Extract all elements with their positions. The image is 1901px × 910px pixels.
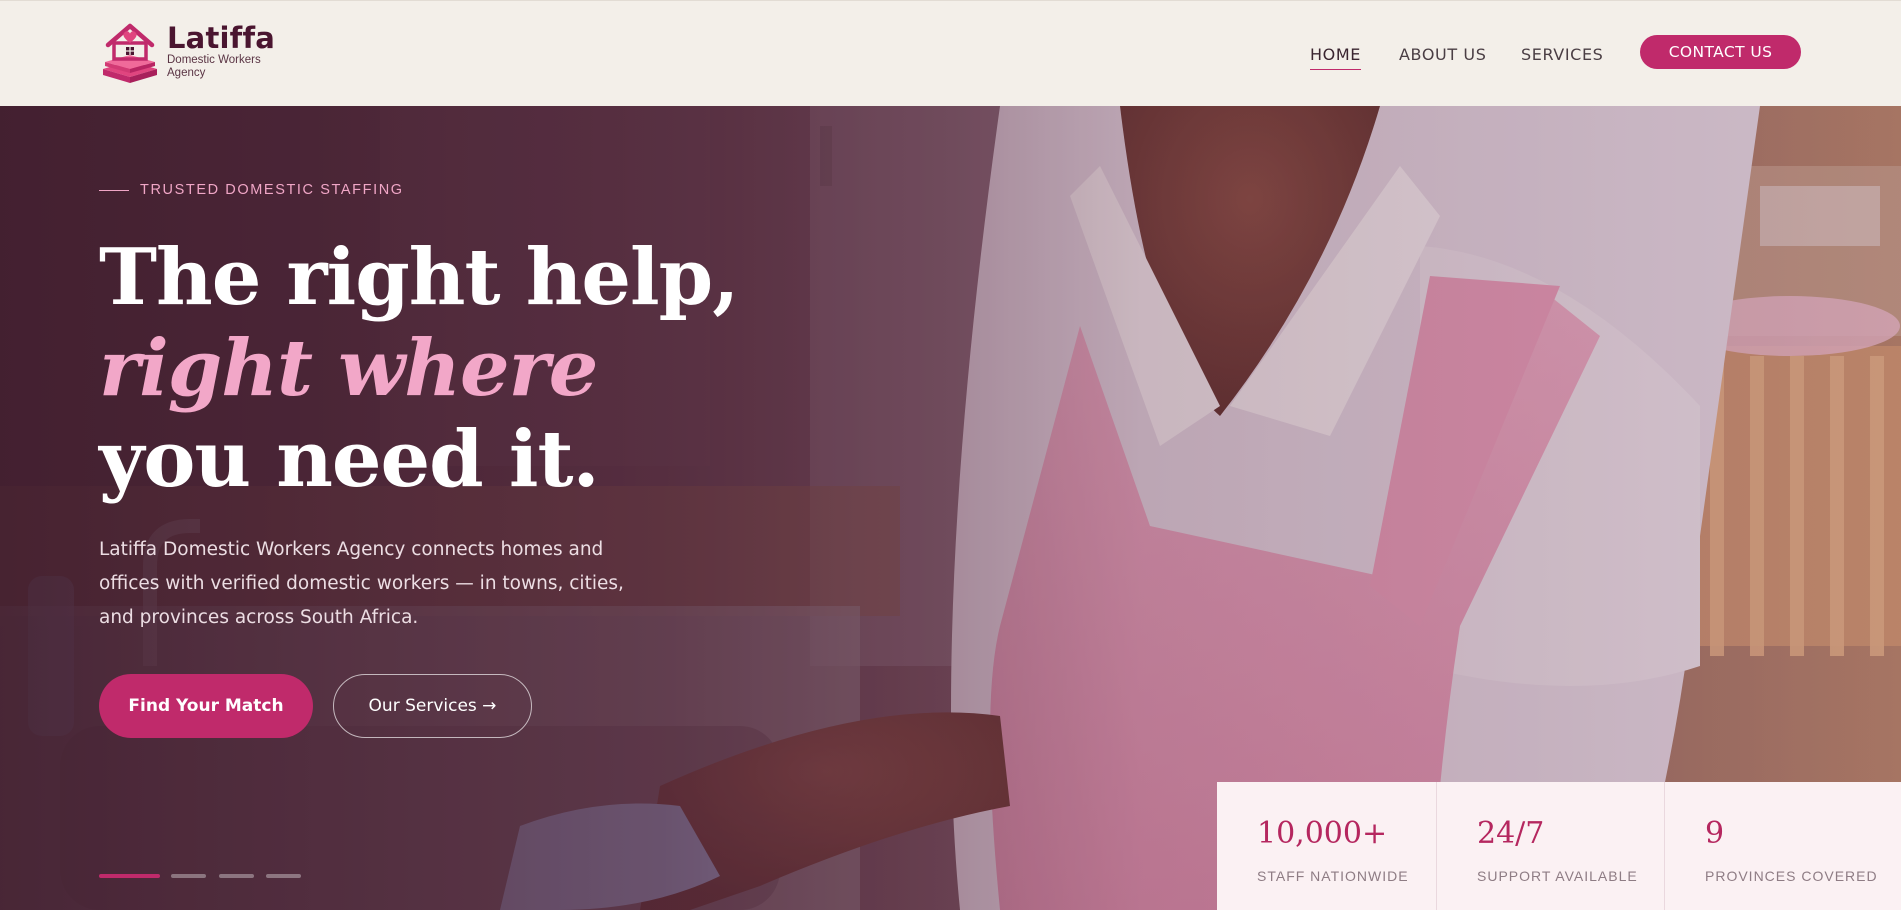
- nav-about-us[interactable]: ABOUT US: [1399, 45, 1486, 64]
- find-your-match-button[interactable]: Find Your Match: [99, 674, 313, 738]
- slide-dot-1[interactable]: [99, 874, 160, 878]
- slide-dot-4[interactable]: [266, 874, 301, 878]
- stat-support: 24/7 SUPPORT AVAILABLE: [1437, 782, 1664, 910]
- hero-intro-text: Latiffa Domestic Workers Agency connects…: [99, 539, 624, 628]
- site-header: Latiffa Domestic Workers Agency HOME ABO…: [0, 0, 1901, 106]
- stat-staff: 10,000+ STAFF NATIONWIDE: [1217, 782, 1436, 910]
- stat-label: SUPPORT AVAILABLE: [1477, 868, 1638, 884]
- our-services-button[interactable]: Our Services →: [333, 674, 532, 738]
- brand-name: Latiffa: [167, 21, 276, 55]
- stat-value: 24/7: [1477, 816, 1545, 851]
- slide-dot-3[interactable]: [219, 874, 254, 878]
- slide-dot-2[interactable]: [171, 874, 206, 878]
- stat-provinces: 9 PROVINCES COVERED: [1665, 782, 1901, 910]
- landing-page: Latiffa Domestic Workers Agency HOME ABO…: [0, 0, 1901, 910]
- stats-panel: 10,000+ STAFF NATIONWIDE 24/7 SUPPORT AV…: [1217, 782, 1901, 910]
- brand-logo[interactable]: Latiffa Domestic Workers Agency: [99, 21, 289, 87]
- hero-headline: The right help, right where you need it.: [99, 232, 819, 505]
- stat-label: PROVINCES COVERED: [1705, 868, 1878, 884]
- headline-line-2: right where: [99, 323, 598, 414]
- stat-label: STAFF NATIONWIDE: [1257, 868, 1409, 884]
- stat-value: 9: [1705, 816, 1725, 851]
- nav-services[interactable]: SERVICES: [1521, 45, 1603, 64]
- headline-line-1: The right help,: [99, 232, 739, 323]
- eyebrow-rule: [99, 190, 129, 191]
- nav-home[interactable]: HOME: [1310, 45, 1361, 70]
- brand-tagline: Domestic Workers Agency: [167, 54, 261, 79]
- contact-us-button[interactable]: CONTACT US: [1640, 35, 1801, 69]
- house-with-heart-logo-icon: [103, 23, 157, 83]
- eyebrow-text: TRUSTED DOMESTIC STAFFING: [140, 182, 404, 198]
- headline-line-3: you need it.: [99, 414, 600, 505]
- stat-value: 10,000+: [1257, 816, 1388, 851]
